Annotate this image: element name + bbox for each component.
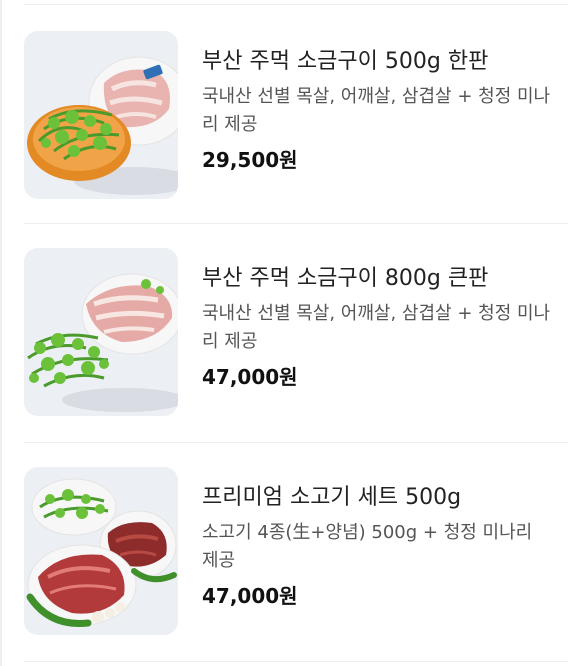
menu-item-description: 국내산 선별 목살, 어깨살, 삼겹살 + 청정 미나리 제공 xyxy=(202,86,551,135)
menu-item-description: 국내산 선별 목살, 어깨살, 삼겹살 + 청정 미나리 제공 xyxy=(202,303,551,352)
menu-item-price: 29,500원 xyxy=(202,148,298,172)
menu-item[interactable]: 부산 주먹 소금구이 500g 한판 국내산 선별 목살, 어깨살, 삼겹살 +… xyxy=(24,5,580,223)
menu-item-name: 부산 주먹 소금구이 500g 한판 xyxy=(202,49,489,74)
beef-set-photo[interactable] xyxy=(24,467,178,635)
menu-item-description: 소고기 4종(生+양념) 500g + 청정 미나리 제공 xyxy=(202,522,533,571)
pork-platter-photo[interactable] xyxy=(24,248,178,416)
pork-platter-photo[interactable] xyxy=(24,31,178,199)
menu-item-price: 47,000원 xyxy=(202,584,298,608)
menu-item-info: 부산 주먹 소금구이 800g 큰판 국내산 선별 목살, 어깨살, 삼겹살 +… xyxy=(202,264,552,392)
menu-item[interactable]: 프리미엄 소고기 세트 500g 소고기 4종(生+양념) 500g + 청정 … xyxy=(24,443,580,661)
menu-item-info: 부산 주먹 소금구이 500g 한판 국내산 선별 목살, 어깨살, 삼겹살 +… xyxy=(202,47,552,175)
left-border xyxy=(0,0,2,666)
menu-item-price: 47,000원 xyxy=(202,365,298,389)
menu-item-name: 부산 주먹 소금구이 800g 큰판 xyxy=(202,266,489,291)
menu-list: 부산 주먹 소금구이 500g 한판 국내산 선별 목살, 어깨살, 삼겹살 +… xyxy=(24,0,580,662)
menu-item-info: 프리미엄 소고기 세트 500g 소고기 4종(生+양념) 500g + 청정 … xyxy=(202,483,552,611)
menu-item[interactable]: 부산 주먹 소금구이 800g 큰판 국내산 선별 목살, 어깨살, 삼겹살 +… xyxy=(24,224,580,442)
menu-item-name: 프리미엄 소고기 세트 500g xyxy=(202,485,462,510)
divider xyxy=(24,661,568,662)
